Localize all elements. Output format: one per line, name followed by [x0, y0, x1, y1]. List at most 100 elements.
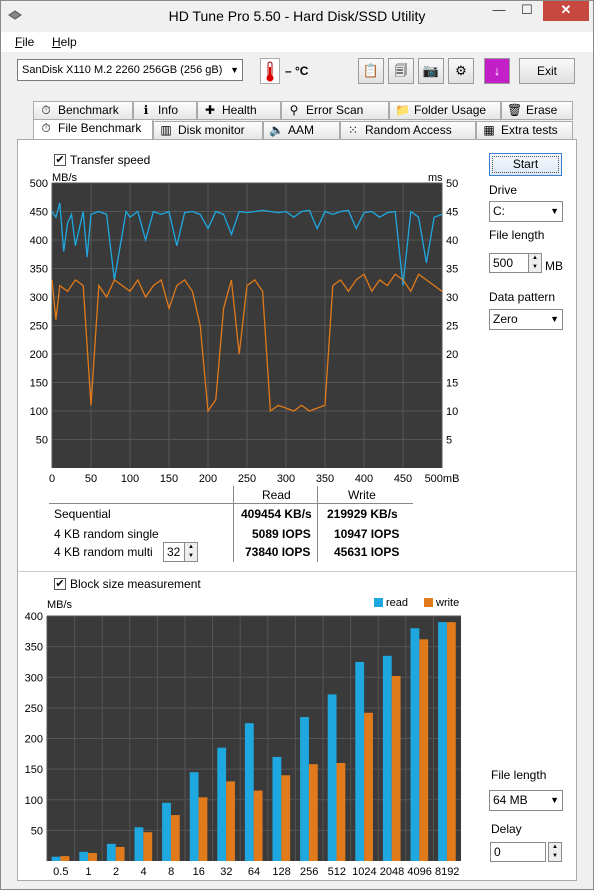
tab-folder-usage[interactable]: 📁 Folder Usage	[389, 101, 501, 120]
tab-erase[interactable]: 🗑 Erase	[501, 101, 573, 120]
row-sequential-write: 219929 KB/s	[327, 507, 398, 521]
menu-help[interactable]: Help	[52, 35, 77, 49]
bar-read	[244, 723, 254, 861]
options-button[interactable]: ⚙	[448, 58, 474, 84]
tab-extra-tests[interactable]: ▦ Extra tests	[476, 121, 573, 140]
tab-file-benchmark[interactable]: ⏱ File Benchmark	[33, 119, 153, 140]
title-bar[interactable]: HD Tune Pro 5.50 - Hard Disk/SSD Utility…	[1, 1, 593, 31]
x-tick-label: 4	[141, 866, 147, 878]
y-tick-label: 300	[25, 672, 43, 684]
block-size-label: Block size measurement	[70, 577, 201, 591]
maximize-button[interactable]: ☐	[513, 1, 541, 21]
start-button[interactable]: Start	[489, 153, 562, 176]
bar-read	[51, 856, 61, 861]
block-size-chart: 50 100 150 200 250 300 350 400 0.5 1 2 4 8 16 32 64 128 2…	[25, 597, 461, 878]
y-tick-label: 50	[36, 435, 48, 447]
transfer-speed-chart: 50 5 100 10 150 15 200 20 250 25 300 30 350 35 400 40 45…	[30, 172, 460, 485]
y2-tick-label: 5	[446, 435, 452, 447]
camera-button[interactable]: 📷	[418, 58, 444, 84]
legend-label-read: read	[386, 597, 408, 609]
drive-dropdown[interactable]: SanDisk X110 M.2 2260 256GB (256 gB) ▼	[17, 59, 243, 81]
extra-tests-icon: ▦	[483, 123, 495, 137]
y2-tick-label: 25	[446, 321, 458, 333]
copy-text-button[interactable]: 📋	[358, 58, 384, 84]
y-tick-label: 400	[30, 235, 48, 247]
tab-label: AAM	[288, 123, 315, 137]
tab-aam[interactable]: 🔈 AAM	[263, 121, 340, 140]
copy-screenshot-button[interactable]: 🗐	[388, 58, 414, 84]
error-scan-icon: ⚲	[289, 103, 299, 117]
x-tick-label: 512	[328, 866, 346, 878]
transfer-speed-checkbox[interactable]: ✔	[54, 154, 66, 166]
y2-tick-label: 30	[446, 292, 458, 304]
bar-read	[410, 628, 420, 861]
row-random-multi-read: 73840 IOPS	[245, 545, 311, 559]
y-axis-label: MB/s	[47, 599, 73, 611]
chevron-down-icon: ▼	[550, 206, 559, 216]
row-random-single-read: 5089 IOPS	[252, 527, 311, 541]
tab-disk-monitor[interactable]: ▥ Disk monitor	[153, 121, 263, 140]
minimize-button[interactable]: —	[485, 1, 513, 21]
tab-benchmark[interactable]: ⏱ Benchmark	[33, 101, 133, 120]
bar-write	[446, 622, 456, 861]
x-tick-label: 200	[199, 473, 217, 485]
x-tick-label: 350	[316, 473, 334, 485]
bar-write	[198, 797, 208, 861]
x-tick-label: 2	[113, 866, 119, 878]
legend-label-write: write	[435, 597, 459, 609]
queue-depth-input[interactable]: 32	[163, 542, 185, 562]
delay-spinner[interactable]: ▲ ▼	[548, 842, 562, 862]
file-length-label: File length	[489, 228, 545, 242]
tab-random-access[interactable]: ⁙ Random Access	[340, 121, 476, 140]
queue-depth-spinner[interactable]: ▲ ▼	[184, 542, 198, 562]
data-pattern-label: Data pattern	[489, 290, 556, 304]
block-size-checkbox[interactable]: ✔	[54, 578, 66, 590]
y-tick-label: 200	[30, 349, 48, 361]
app-window: HD Tune Pro 5.50 - Hard Disk/SSD Utility…	[0, 0, 594, 890]
menu-bar: File Help	[1, 32, 593, 52]
bar-read	[217, 747, 227, 861]
y2-tick-label: 15	[446, 378, 458, 390]
delay-input[interactable]: 0	[490, 842, 546, 862]
drive-label: Drive	[489, 183, 518, 197]
block-file-length-select[interactable]: 64 MB ▼	[489, 790, 563, 811]
x-tick-label: 150	[160, 473, 178, 485]
y-tick-label: 100	[25, 795, 43, 807]
save-down-button[interactable]: ↓	[484, 58, 510, 84]
bar-read	[79, 851, 89, 861]
tab-label: Info	[158, 103, 179, 117]
y-tick-label: 250	[30, 321, 48, 333]
bar-write	[391, 676, 401, 861]
tab-error-scan[interactable]: ⚲ Error Scan	[281, 101, 389, 120]
file-length-spinner[interactable]: ▲ ▼	[528, 253, 542, 273]
close-button[interactable]: ✕	[543, 1, 589, 21]
x-tick-label: 100	[121, 473, 139, 485]
temperature-readout: – °C	[285, 64, 309, 78]
legend-swatch-read	[374, 598, 383, 607]
data-pattern-value: Zero	[493, 312, 518, 326]
bar-write	[364, 712, 373, 861]
legend-swatch-write	[424, 598, 433, 607]
data-pattern-select[interactable]: Zero ▼	[489, 309, 563, 330]
trash-icon: 🗑	[507, 103, 523, 117]
menu-file[interactable]: File	[15, 35, 34, 49]
bar-read	[300, 717, 309, 861]
tab-info[interactable]: ℹ Info	[133, 101, 197, 120]
tab-health[interactable]: ✚ Health	[197, 101, 281, 120]
y-tick-label: 400	[25, 611, 43, 623]
bar-read	[162, 802, 171, 861]
x-tick-label: 128	[272, 866, 290, 878]
results-col-write: Write	[348, 488, 376, 502]
results-header-divider	[49, 503, 413, 504]
drive-select-value: C:	[493, 204, 505, 218]
camera-icon: 📷	[422, 63, 440, 78]
results-divider-right	[317, 486, 318, 562]
drive-select[interactable]: C: ▼	[489, 201, 563, 222]
y-tick-label: 250	[25, 703, 43, 715]
file-length-input[interactable]: 500	[489, 253, 529, 273]
block-file-length-value: 64 MB	[493, 793, 528, 807]
health-icon: ✚	[204, 103, 216, 117]
x-tick-label: 256	[300, 866, 318, 878]
y2-tick-label: 45	[446, 207, 458, 219]
exit-button[interactable]: Exit	[519, 58, 575, 84]
